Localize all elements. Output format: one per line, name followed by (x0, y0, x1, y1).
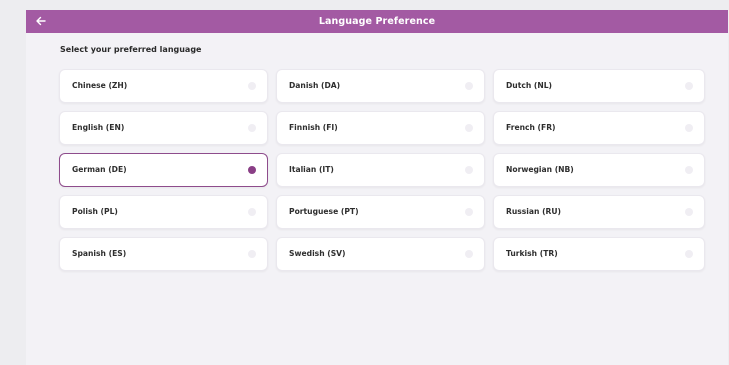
language-option[interactable]: Dutch (NL) (493, 69, 705, 103)
language-label: Russian (RU) (506, 207, 562, 216)
language-label: Swedish (SV) (289, 249, 346, 258)
language-option[interactable]: Chinese (ZH) (59, 69, 268, 103)
radio-indicator (685, 208, 693, 216)
radio-indicator (685, 82, 693, 90)
language-label: Italian (IT) (289, 165, 334, 174)
language-label: Portuguese (PT) (289, 207, 359, 216)
radio-indicator (248, 124, 256, 132)
language-label: Turkish (TR) (506, 249, 558, 258)
language-option[interactable]: Finnish (FI) (276, 111, 485, 145)
radio-indicator (465, 82, 473, 90)
language-label: Finnish (FI) (289, 123, 338, 132)
language-label: Polish (PL) (72, 207, 118, 216)
radio-indicator (248, 208, 256, 216)
radio-indicator (465, 124, 473, 132)
radio-indicator (248, 166, 256, 174)
radio-indicator (685, 124, 693, 132)
language-label: Danish (DA) (289, 81, 341, 90)
language-label: English (EN) (72, 123, 125, 132)
language-label: Chinese (ZH) (72, 81, 128, 90)
instruction-text: Select your preferred language (60, 45, 202, 54)
page-title: Language Preference (318, 16, 436, 27)
radio-indicator (248, 82, 256, 90)
language-option[interactable]: Turkish (TR) (493, 237, 705, 271)
language-label: Dutch (NL) (506, 81, 553, 90)
language-option[interactable]: Swedish (SV) (276, 237, 485, 271)
language-option[interactable]: English (EN) (59, 111, 268, 145)
language-option[interactable]: Portuguese (PT) (276, 195, 485, 229)
language-option[interactable]: Russian (RU) (493, 195, 705, 229)
back-button[interactable] (33, 13, 49, 29)
language-label: German (DE) (72, 165, 127, 174)
language-option[interactable]: German (DE) (59, 153, 268, 187)
language-label: Spanish (ES) (72, 249, 127, 258)
language-option[interactable]: French (FR) (493, 111, 705, 145)
language-option[interactable]: Norwegian (NB) (493, 153, 705, 187)
language-grid: Chinese (ZH) Danish (DA) Dutch (NL) Engl… (59, 69, 707, 271)
radio-indicator (465, 208, 473, 216)
language-option[interactable]: Italian (IT) (276, 153, 485, 187)
language-option[interactable]: Spanish (ES) (59, 237, 268, 271)
language-label: French (FR) (506, 123, 556, 132)
radio-indicator (248, 250, 256, 258)
radio-indicator (685, 166, 693, 174)
radio-indicator (465, 250, 473, 258)
language-option[interactable]: Polish (PL) (59, 195, 268, 229)
radio-indicator (465, 166, 473, 174)
radio-indicator (685, 250, 693, 258)
language-option[interactable]: Danish (DA) (276, 69, 485, 103)
arrow-left-icon (36, 16, 46, 26)
language-label: Norwegian (NB) (506, 165, 574, 174)
